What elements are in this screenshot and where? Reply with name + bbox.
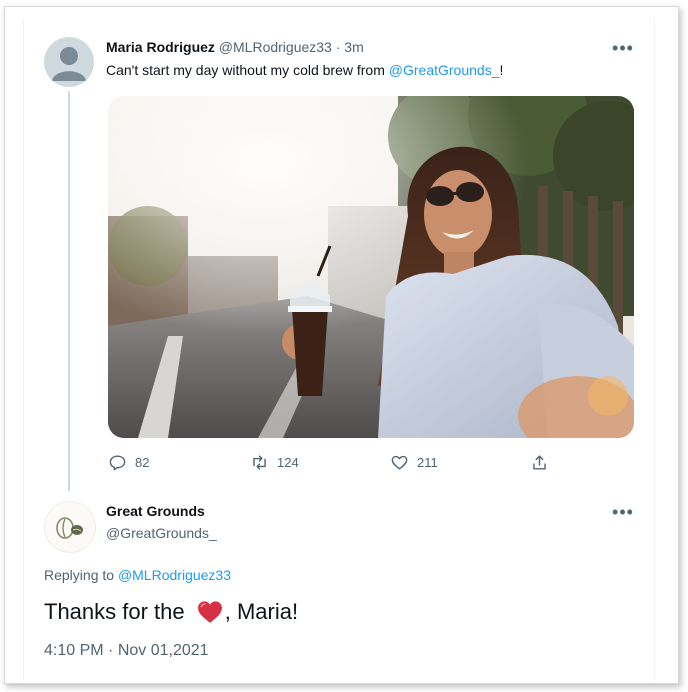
tweet-thread: Maria Rodriguez @MLRodriguez33 · 3m ••• … xyxy=(23,19,655,681)
retweet-icon xyxy=(253,455,266,470)
reply-icon xyxy=(109,455,126,471)
replying-to-mention[interactable]: @MLRodriguez33 xyxy=(118,567,231,583)
tweet-age[interactable]: 3m xyxy=(344,39,363,55)
reply-text: Thanks for the , Maria! xyxy=(44,599,298,625)
reply-count: 82 xyxy=(135,455,150,470)
share-icon xyxy=(533,455,546,470)
thread-connector xyxy=(68,91,70,491)
reply-timestamp[interactable]: 4:10 PM · Nov 01,2021 xyxy=(44,642,209,660)
default-avatar-icon[interactable] xyxy=(44,37,94,87)
like-action[interactable]: 211 xyxy=(390,453,438,472)
reply-author-name[interactable]: Great Grounds xyxy=(106,503,205,519)
like-icon xyxy=(391,455,408,470)
author-handle[interactable]: @MLRodriguez33 xyxy=(219,39,332,55)
reply-author-handle[interactable]: @GreatGrounds_ xyxy=(106,525,217,541)
tweet-text-start: Can't start my day without my cold brew … xyxy=(106,62,389,78)
reply-action[interactable]: 82 xyxy=(108,453,149,472)
timestamp-separator: · xyxy=(108,642,114,659)
red-heart-emoji-icon xyxy=(197,601,222,623)
more-options-icon[interactable]: ••• xyxy=(612,39,634,57)
tweet-text-end: ! xyxy=(499,62,504,78)
tweet-actions: 82 124 211 xyxy=(108,453,558,473)
more-options-icon[interactable]: ••• xyxy=(612,503,634,521)
retweet-count: 124 xyxy=(277,455,299,470)
tweet-text: Can't start my day without my cold brew … xyxy=(106,62,503,78)
reply-date: Nov 01,2021 xyxy=(117,642,209,659)
screenshot-frame: Maria Rodriguez @MLRodriguez33 · 3m ••• … xyxy=(4,6,679,684)
reply-text-start: Thanks for the xyxy=(44,599,191,624)
mention-link[interactable]: @GreatGrounds_ xyxy=(389,62,500,78)
reply-time: 4:10 PM xyxy=(44,642,104,659)
tweet-photo[interactable] xyxy=(108,96,634,438)
replying-to: Replying to @MLRodriguez33 xyxy=(44,567,231,583)
reply-text-end: , Maria! xyxy=(224,599,299,624)
tweet-header: Maria Rodriguez @MLRodriguez33 · 3m xyxy=(106,39,364,55)
header-separator: · xyxy=(335,39,341,55)
author-name[interactable]: Maria Rodriguez xyxy=(106,39,215,55)
replying-prefix: Replying to xyxy=(44,567,118,583)
retweet-action[interactable]: 124 xyxy=(250,453,299,472)
like-count: 211 xyxy=(417,455,438,470)
great-grounds-logo[interactable] xyxy=(44,501,96,553)
share-action[interactable] xyxy=(530,453,557,472)
